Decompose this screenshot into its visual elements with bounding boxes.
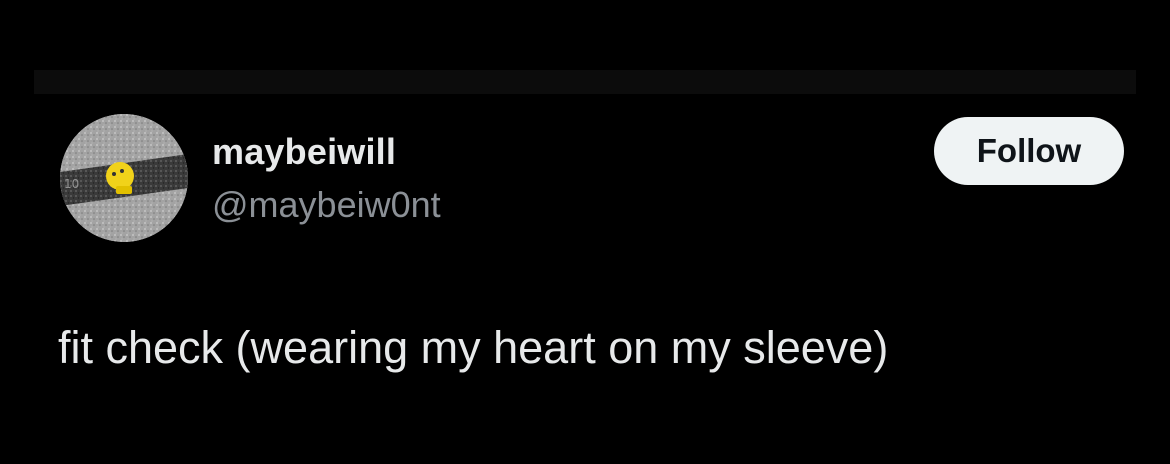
post-card: 10 maybeiwill @maybeiw0nt Follow fit che… [0, 0, 1170, 464]
user-handle[interactable]: @maybeiw0nt [212, 184, 441, 226]
avatar[interactable]: 10 [60, 114, 188, 242]
display-name[interactable]: maybeiwill [212, 131, 396, 173]
follow-button[interactable]: Follow [934, 117, 1124, 185]
svg-text:10: 10 [64, 177, 79, 191]
avatar-photo-icon: 10 [60, 114, 188, 242]
post-text: fit check (wearing my heart on my sleeve… [58, 322, 889, 373]
